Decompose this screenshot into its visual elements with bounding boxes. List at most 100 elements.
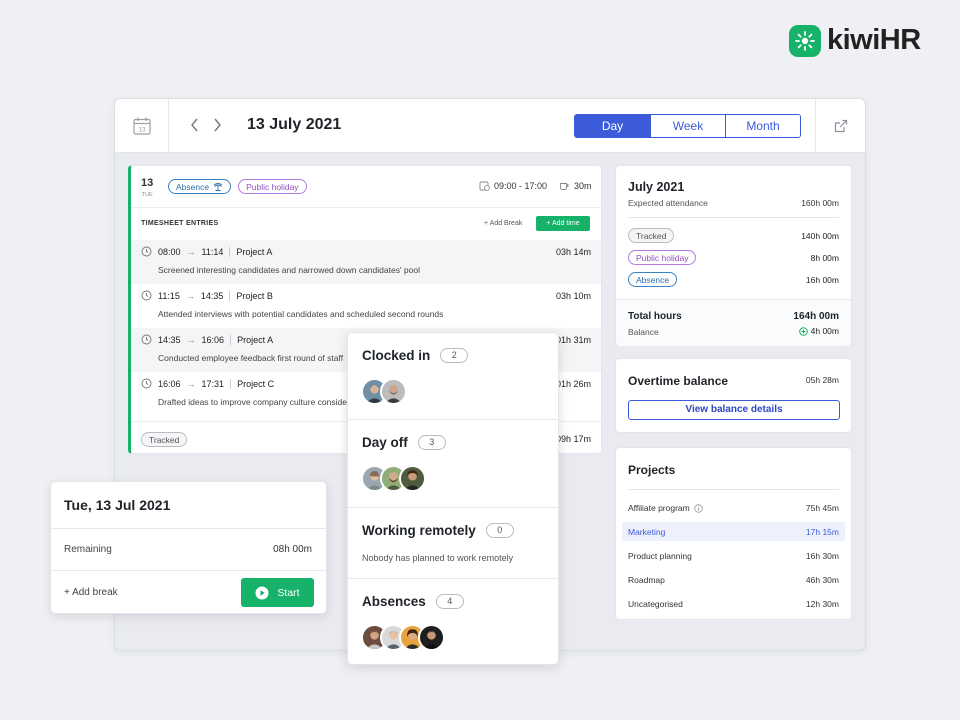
arrow-right-icon: →	[186, 378, 196, 389]
view-balance-button[interactable]: View balance details	[628, 400, 840, 420]
project-row[interactable]: Uncategorised 12h 30m	[622, 594, 845, 613]
project-name: Uncategorised	[628, 599, 683, 609]
entry-project: Project B	[236, 290, 273, 301]
entry-start: 11:15	[158, 290, 180, 301]
absence-tag: Absence	[628, 272, 678, 287]
entry-end: 14:35	[200, 290, 224, 301]
avatar[interactable]	[399, 465, 426, 492]
chevron-left-icon[interactable]	[189, 117, 201, 133]
projects-card: Projects Affiliate program 75h 45m Marke…	[615, 447, 852, 620]
entry-duration: 01h 31m	[555, 335, 591, 345]
add-time-button[interactable]: + Add time	[536, 216, 590, 231]
project-value: 46h 30m	[805, 575, 839, 585]
absence-tag: Absence	[168, 179, 232, 194]
overtime-value: 05h 28m	[805, 375, 839, 385]
summary-row-tracked: Tracked 140h 00m	[628, 228, 839, 244]
info-icon[interactable]	[694, 503, 703, 513]
project-row[interactable]: Affiliate program 75h 45m	[622, 498, 845, 517]
entries-title: TIMESHEET ENTRIES	[141, 220, 219, 227]
absences-avatars	[361, 624, 445, 651]
project-name: Affiliate program	[628, 503, 690, 513]
timesheet-header: 13 TUE Absence Public holiday 09:00 - 17…	[131, 166, 601, 208]
overtime-card: Overtime balance 05h 28m View balance de…	[615, 358, 852, 433]
tracked-tag: Tracked	[141, 432, 188, 447]
remaining-label: Remaining	[64, 544, 112, 555]
coffee-cup-icon	[560, 183, 569, 190]
clocked-in-title: Clocked in	[362, 348, 431, 363]
expected-value: 160h 00m	[801, 198, 839, 208]
entry-start: 08:00	[158, 246, 181, 257]
view-month-button[interactable]: Month	[725, 115, 800, 137]
avatar[interactable]	[418, 624, 445, 651]
break-duration: 30m	[559, 180, 592, 191]
date-nav	[189, 117, 223, 133]
clock-icon	[141, 290, 152, 301]
entry-end: 17:31	[201, 378, 225, 389]
timesheet-entry[interactable]: 11:15 → 14:35 Project B Attended intervi…	[131, 284, 601, 328]
current-date: 13 July 2021	[247, 116, 342, 133]
break-value: 30m	[574, 180, 592, 191]
entry-project: Project C	[237, 378, 275, 389]
view-week-button[interactable]: Week	[650, 115, 725, 137]
work-hours-value: 09:00 - 17:00	[494, 180, 548, 191]
widget-date: Tue, 13 Jul 2021	[64, 497, 171, 513]
add-break-button[interactable]: + Add break	[64, 587, 118, 598]
brand-name: kiwiHR	[827, 24, 921, 56]
avatar[interactable]	[380, 378, 407, 405]
start-label: Start	[277, 586, 300, 599]
export-button[interactable]	[815, 99, 865, 152]
remote-section: Working remotely 0 Nobody has planned to…	[348, 508, 558, 579]
calendar-icon-day: 13	[138, 126, 146, 133]
work-hours: 09:00 - 17:00	[479, 180, 547, 191]
total-duration: 09h 17m	[555, 434, 591, 444]
palm-tree-icon	[213, 183, 223, 191]
tracked-tag: Tracked	[628, 228, 675, 243]
add-break-link[interactable]: + Add Break	[484, 220, 522, 227]
schedule-icon	[479, 181, 490, 191]
calendar-button[interactable]: 13	[115, 99, 169, 152]
balance-value-text: 4h 00m	[810, 326, 839, 336]
clocked-in-count: 2	[440, 348, 469, 363]
entry-end: 11:14	[201, 246, 224, 257]
view-day-button[interactable]: Day	[575, 115, 650, 137]
timesheet-entry[interactable]: 08:00 → 11:14 Project A Screened interes…	[131, 240, 601, 284]
project-row[interactable]: Roadmap 46h 30m	[622, 570, 845, 589]
entry-start: 16:06	[158, 378, 181, 389]
day-short: TUE	[141, 192, 153, 198]
entry-project: Project A	[237, 334, 274, 345]
expected-label: Expected attendance	[628, 198, 708, 208]
start-button[interactable]: Start	[241, 578, 314, 607]
projects-title: Projects	[628, 463, 676, 477]
overtime-title: Overtime balance	[628, 374, 729, 388]
arrow-right-icon: →	[186, 246, 196, 257]
day-tracker-widget: Tue, 13 Jul 2021 Remaining 08h 00m + Add…	[50, 481, 327, 614]
absences-title: Absences	[362, 594, 426, 609]
entry-description: Attended interviews with potential candi…	[158, 309, 444, 319]
remote-count: 0	[485, 523, 514, 538]
day-off-avatars	[361, 465, 426, 492]
project-row[interactable]: Marketing 17h 15m	[622, 522, 845, 541]
clocked-in-section: Clocked in 2	[348, 333, 558, 420]
chevron-right-icon[interactable]	[211, 117, 223, 133]
remote-empty-text: Nobody has planned to work remotely	[362, 553, 514, 563]
project-name: Product planning	[628, 551, 692, 561]
arrow-right-icon: →	[186, 334, 196, 345]
holiday-tag: Public holiday	[628, 250, 697, 265]
absence-value: 16h 00m	[805, 275, 839, 285]
clocked-in-avatars	[361, 378, 407, 405]
clock-icon	[141, 378, 152, 389]
summary-row-holiday: Public holiday 8h 00m	[628, 250, 839, 266]
holiday-value: 8h 00m	[810, 253, 839, 263]
absence-tag-label: Absence	[176, 181, 210, 192]
entry-description: Conducted employee feedback first round …	[158, 353, 344, 363]
calendar-icon: 13	[132, 117, 151, 135]
entry-description: Drafted ideas to improve company culture…	[158, 397, 347, 407]
project-row[interactable]: Product planning 16h 30m	[622, 546, 845, 565]
entry-end: 16:06	[201, 334, 225, 345]
totals-section: Total hours 164h 00m Balance 4h 00m	[616, 299, 851, 346]
summary-row-absence: Absence 16h 00m	[628, 272, 839, 288]
month-summary-card: July 2021 Expected attendance 160h 00m T…	[615, 165, 852, 346]
day-number-value: 13	[141, 177, 154, 189]
arrow-right-icon: →	[185, 290, 195, 301]
topbar: 13 13 July 2021 Day Week Month	[115, 99, 865, 153]
